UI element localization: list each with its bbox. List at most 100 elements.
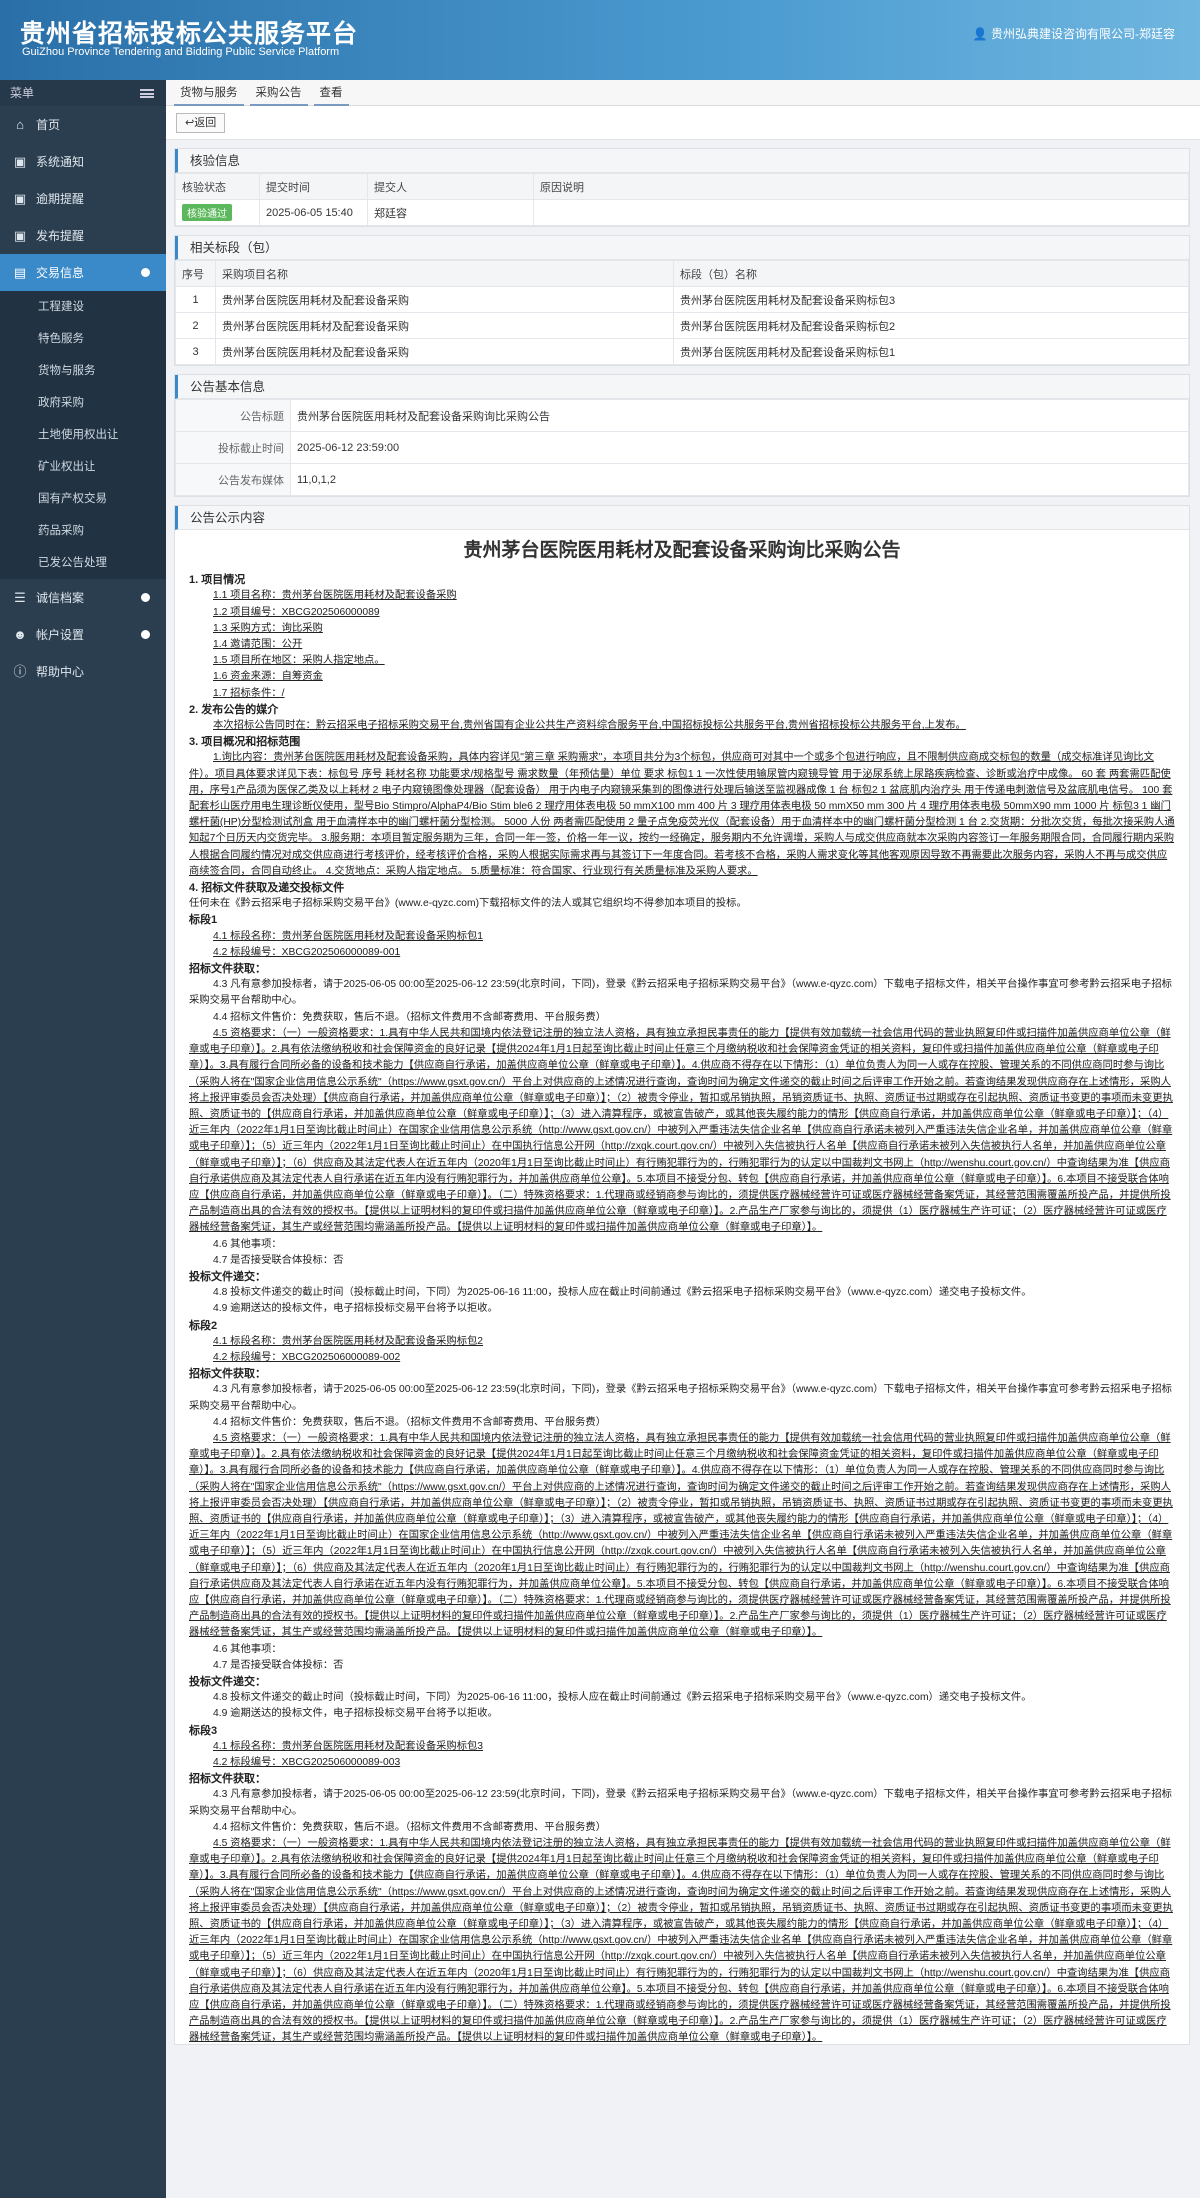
table-header: 采购项目名称: [215, 260, 674, 287]
menu-label: 菜单: [10, 86, 35, 100]
field-value: 贵州茅台医院医用耗材及配套设备采购询比采购公告: [290, 399, 1189, 432]
get-heading: 招标文件获取：: [189, 1773, 266, 1786]
sidebar-item-overdue[interactable]: ▣ 逾期提醒: [0, 180, 166, 217]
panel-title: 公告公示内容: [175, 506, 1189, 530]
table-cell: 贵州茅台医院医用耗材及配套设备采购: [215, 312, 674, 339]
current-user[interactable]: 👤 贵州弘典建设咨询有限公司-郑廷容: [973, 25, 1175, 42]
field-label: 公告发布媒体: [175, 463, 291, 496]
basic-info-table: 公告标题 贵州茅台医院医用耗材及配套设备采购询比采购公告 投标截止时间 2025-0…: [175, 399, 1189, 496]
table-cell: 2: [175, 312, 216, 339]
project-field: 1.3 采购方式：询比采购: [213, 622, 323, 634]
table-cell: 贵州茅台医院医用耗材及配套设备采购标包1: [673, 338, 1189, 365]
announcement-body: 贵州茅台医院医用耗材及配套设备采购询比采购公告 1. 项目情况 1.1 项目名称…: [175, 530, 1189, 2044]
section-heading: 2. 发布公告的媒介: [189, 703, 279, 716]
list-icon: ☰: [14, 590, 26, 605]
lot-code: 4.2 标段编号：XBCG202506000089-001: [213, 946, 401, 958]
submenu-item[interactable]: 药品采购: [0, 515, 166, 547]
lot-code: 4.2 标段编号：XBCG202506000089-002: [213, 1351, 401, 1363]
notice-text: 任何未在《黔云招采电子招标采购交易平台》(www.e-qyzc.com)下载招标…: [189, 898, 747, 910]
price-text: 4.4 招标文件售价：免费获取，售后不退。（招标文件费用不含邮寄费用、平台服务费…: [213, 1011, 607, 1023]
deadline-text: 4.8 投标文件递交的截止时间（投标截止时间，下同）为2025-06-16 11…: [213, 1692, 1032, 1704]
submenu-item[interactable]: 国有产权交易: [0, 483, 166, 515]
lots-panel: 相关标段（包） 序号 采购项目名称 标段（包）名称 1 贵州茅台医院医用耗材及配…: [174, 235, 1190, 366]
submenu-item[interactable]: 矿业权出让: [0, 451, 166, 483]
submenu-item[interactable]: 工程建设: [0, 291, 166, 323]
sidebar-item-account[interactable]: ☻ 帐户设置: [0, 616, 166, 653]
get-heading: 招标文件获取：: [189, 1368, 266, 1381]
submenu-item[interactable]: 特色服务: [0, 323, 166, 355]
lot-name: 4.1 标段名称：贵州茅台医院医用耗材及配套设备采购标包1: [213, 930, 484, 942]
table-header: 序号: [175, 260, 216, 287]
get-text: 4.3 凡有意参加投标者，请于2025-06-05 00:00至2025-06-…: [189, 1789, 1172, 1817]
platform-subtitle: GuiZhou Province Tendering and Bidding P…: [22, 46, 340, 58]
qualification-text: 4.5 资格要求：（一）一般资格要求：1.具有中华人民共和国境内依法登记注册的独…: [189, 1838, 1173, 2044]
submit-heading: 投标文件递交：: [189, 1676, 266, 1689]
table-cell: 贵州茅台医院医用耗材及配套设备采购标包3: [673, 286, 1189, 313]
table-cell: 1: [175, 286, 216, 313]
section-heading: 1. 项目情况: [189, 574, 246, 587]
panel-title: 相关标段（包）: [175, 236, 1189, 260]
submenu-item[interactable]: 土地使用权出让: [0, 419, 166, 451]
deadline-text: 4.8 投标文件递交的截止时间（投标截止时间，下同）为2025-06-16 11…: [213, 1287, 1032, 1299]
sidebar: 菜单 ⌂ 首页 ▣ 系统通知 ▣ 逾期提醒 ▣ 发布提醒 ▤ 交易信息 工程建设 特色服务…: [0, 80, 166, 2198]
toolbar: ↩返回: [166, 106, 1200, 140]
table-cell: [533, 199, 1189, 226]
chevron-right-icon: [141, 630, 150, 639]
section-heading: 4. 招标文件获取及递交投标文件: [189, 882, 345, 895]
field-label: 公告标题: [175, 399, 291, 432]
media-text: 本次招标公告同时在：黔云招采电子招标采购交易平台,贵州省国有企业公共生产资料综合…: [213, 720, 966, 732]
back-icon: ↩: [185, 117, 195, 129]
panel-title: 公告基本信息: [175, 375, 1189, 399]
top-header: 贵州省招标投标公共服务平台 GuiZhou Province Tendering…: [0, 0, 1200, 80]
table-header: 提交人: [367, 173, 534, 200]
table-cell: 2025-06-05 15:40: [259, 199, 368, 226]
submenu-item[interactable]: 已发公告处理: [0, 547, 166, 579]
table-header: 原因说明: [533, 173, 1189, 200]
sidebar-item-credit[interactable]: ☰ 诚信档案: [0, 579, 166, 616]
submenu-item[interactable]: 政府采购: [0, 387, 166, 419]
breadcrumb-item[interactable]: 采购公告: [249, 82, 308, 106]
sidebar-item-label: 逾期提醒: [36, 192, 85, 206]
sidebar-item-publish[interactable]: ▣ 发布提醒: [0, 217, 166, 254]
sidebar-item-help[interactable]: ⓘ 帮助中心: [0, 653, 166, 690]
basic-info-panel: 公告基本信息 公告标题 贵州茅台医院医用耗材及配套设备采购询比采购公告 投标截止时…: [174, 374, 1190, 497]
field-value: 2025-06-12 23:59:00: [290, 431, 1189, 464]
trade-submenu: 工程建设 特色服务 货物与服务 政府采购 土地使用权出让 矿业权出让 国有产权交…: [0, 291, 166, 579]
sidebar-item-label: 交易信息: [36, 266, 85, 280]
review-panel: 核验信息 核验状态 提交时间 提交人 原因说明 核验通过 2025-06-05 …: [174, 148, 1190, 227]
sidebar-item-notice[interactable]: ▣ 系统通知: [0, 143, 166, 180]
status-badge: 核验通过: [182, 204, 232, 221]
lots-table: 序号 采购项目名称 标段（包）名称 1 贵州茅台医院医用耗材及配套设备采购 贵州…: [175, 260, 1189, 365]
project-field: 1.7 招标条件：/: [213, 687, 285, 699]
table-row: 公告发布媒体 11,0,1,2: [175, 463, 1189, 496]
user-icon: 👤: [972, 27, 988, 41]
consortium-text: 4.7 是否接受联合体投标：否: [213, 1659, 344, 1671]
table-row: 1 贵州茅台医院医用耗材及配套设备采购 贵州茅台医院医用耗材及配套设备采购标包3: [175, 286, 1189, 313]
lot-heading: 标段2: [189, 1319, 218, 1332]
sidebar-item-label: 诚信档案: [36, 591, 85, 605]
section-heading: 3. 项目概况和招标范围: [189, 736, 301, 749]
sidebar-item-home[interactable]: ⌂ 首页: [0, 106, 166, 143]
help-icon: ⓘ: [13, 664, 27, 679]
breadcrumb-item[interactable]: 查看: [313, 82, 349, 106]
lot-name: 4.1 标段名称：贵州茅台医院医用耗材及配套设备采购标包3: [213, 1740, 484, 1752]
submenu-item[interactable]: 货物与服务: [0, 355, 166, 387]
sidebar-item-trade[interactable]: ▤ 交易信息: [0, 254, 166, 291]
table-header: 标段（包）名称: [673, 260, 1189, 287]
breadcrumb-item[interactable]: 货物与服务: [174, 82, 244, 106]
scope-text: 1.询比内容：贵州茅台医院医用耗材及配套设备采购，具体内容详见"第三章 采购需求…: [189, 752, 1175, 877]
late-text: 4.9 逾期送达的投标文件，电子招标投标交易平台将予以拒收。: [213, 1708, 498, 1720]
table-cell: 3: [175, 338, 216, 365]
sidebar-item-label: 帐户设置: [36, 628, 85, 642]
breadcrumb: 货物与服务 采购公告 查看: [166, 80, 1200, 106]
home-icon: ⌂: [16, 117, 24, 132]
table-cell: 贵州茅台医院医用耗材及配套设备采购: [215, 286, 674, 313]
hamburger-icon[interactable]: [140, 89, 154, 98]
back-button[interactable]: ↩返回: [176, 113, 226, 133]
table-row: 2 贵州茅台医院医用耗材及配套设备采购 贵州茅台医院医用耗材及配套设备采购标包2: [175, 312, 1189, 339]
table-header: 核验状态: [175, 173, 260, 200]
late-text: 4.9 逾期送达的投标文件，电子招标投标交易平台将予以拒收。: [213, 1303, 498, 1315]
submit-heading: 投标文件递交：: [189, 1270, 266, 1283]
project-field: 1.5 项目所在地区：采购人指定地点。: [213, 655, 385, 667]
table-row: 公告标题 贵州茅台医院医用耗材及配套设备采购询比采购公告: [175, 399, 1189, 432]
